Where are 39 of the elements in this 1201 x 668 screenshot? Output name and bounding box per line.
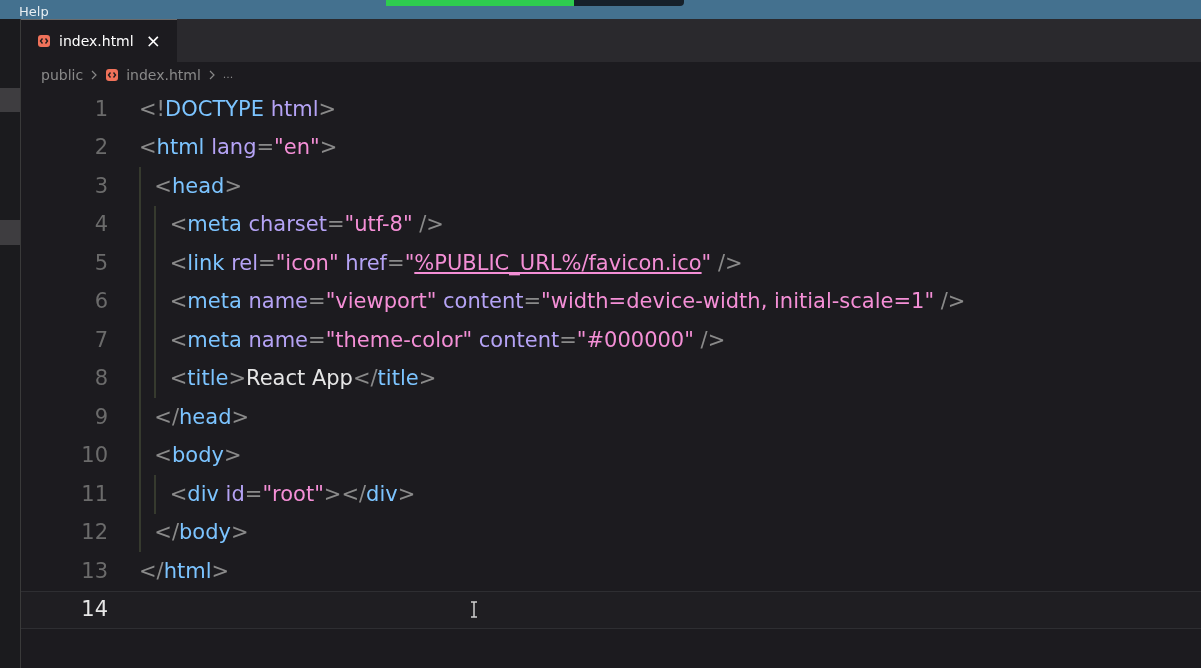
code-line: <meta name="theme-color" content="#000000" /> — [139, 321, 726, 360]
code-line: <!DOCTYPE html> — [139, 95, 337, 123]
line-number: 2 — [93, 134, 108, 161]
code-line: <meta name="viewport" content="width=device-width, initial-scale=1" /> — [139, 282, 966, 321]
line-number: 5 — [93, 249, 108, 277]
line-number: 6 — [93, 288, 108, 315]
code-line: <meta charset="utf-8" /> — [139, 205, 444, 244]
line-number: 14 — [80, 596, 108, 623]
line-number: 3 — [93, 172, 108, 200]
line-number: 4 — [93, 211, 108, 238]
line-number: 13 — [80, 557, 108, 585]
chevron-icon — [90, 70, 99, 80]
line-number: 11 — [80, 480, 108, 508]
close-icon[interactable]: × — [145, 32, 161, 50]
code-line: <div id="root"></div> — [139, 475, 416, 514]
menu-item[interactable]: Help — [19, 4, 49, 19]
tab-label: index.html — [59, 31, 134, 51]
html-file-icon — [105, 68, 120, 82]
breadcrumb-item[interactable]: index.html — [126, 64, 201, 86]
code-line: </body> — [139, 513, 249, 552]
html-file-icon — [37, 34, 51, 48]
breadcrumb-item[interactable]: ... — [222, 66, 234, 84]
editor-tab[interactable]: index.html × — [21, 19, 177, 62]
chevron-icon — [207, 70, 216, 80]
code-line: </html> — [139, 557, 230, 585]
line-number: 12 — [80, 519, 108, 546]
code-line: <link rel="icon" href="%PUBLIC_URL%/favicon.ico" /> — [139, 244, 743, 283]
breadcrumb-item[interactable]: public — [41, 64, 84, 86]
line-number: 8 — [93, 365, 108, 392]
code-line: <html lang="en"> — [139, 134, 338, 161]
code-line: <head> — [139, 167, 242, 206]
text-cursor-icon — [470, 601, 478, 619]
code-line: </head> — [139, 398, 250, 437]
line-number: 7 — [93, 326, 108, 354]
line-number: 1 — [93, 95, 108, 123]
code-line: <body> — [139, 436, 242, 475]
line-number: 9 — [93, 403, 108, 431]
line-number: 10 — [80, 442, 108, 469]
code-line: <title>React App</title> — [139, 359, 437, 398]
